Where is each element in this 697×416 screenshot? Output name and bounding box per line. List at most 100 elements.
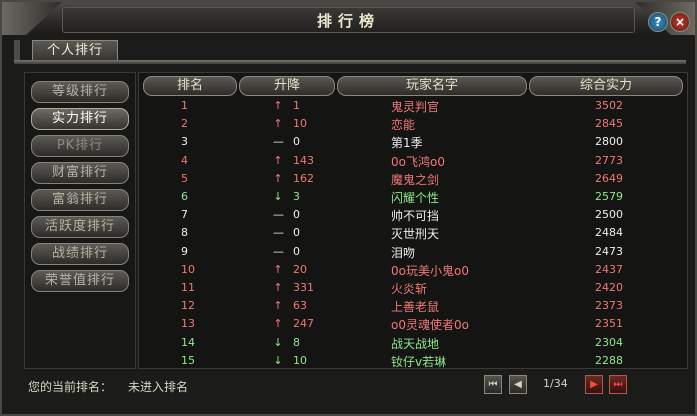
current-rank-label: 您的当前排名：: [28, 380, 113, 394]
table-row[interactable]: 4 ↑ 143 0o飞鸿o0 2773: [139, 152, 687, 170]
power-cell: 2649: [595, 171, 623, 185]
page-indicator: 1/34: [543, 377, 568, 390]
current-rank-value: 未进入排名: [128, 380, 189, 394]
rank-cell: 12: [181, 299, 195, 313]
player-name-cell: 火炎斩: [391, 282, 428, 296]
change-cell: 3: [293, 190, 300, 203]
rank-cell: 5: [181, 171, 188, 185]
header-power[interactable]: 综合实力: [529, 76, 683, 96]
power-cell: 2773: [595, 153, 623, 167]
change-arrow-icon: ↑: [273, 317, 283, 331]
player-name-cell: 魔鬼之剑: [391, 172, 440, 187]
change-cell: 0: [293, 244, 300, 258]
change-arrow-icon: —: [273, 226, 284, 240]
prev-page-icon[interactable]: ◀: [509, 375, 527, 394]
player-name-cell: 0o玩美小鬼o0: [391, 263, 469, 278]
change-cell: 1: [293, 99, 300, 112]
table-row[interactable]: 7 — 0 帅不可挡 2500: [139, 206, 687, 224]
nav-activity-ranking[interactable]: 活跃度排行: [31, 216, 129, 238]
nav-level-ranking[interactable]: 等级排行: [31, 81, 129, 103]
change-cell: 143: [293, 153, 314, 167]
rank-cell: 6: [181, 190, 188, 203]
table-row[interactable]: 10 ↑ 20 0o玩美小鬼o0 2437: [139, 261, 687, 279]
power-cell: 2579: [595, 190, 623, 203]
change-arrow-icon: ↑: [273, 153, 283, 167]
rank-cell: 4: [181, 153, 188, 167]
nav-battle-ranking[interactable]: 战绩排行: [31, 243, 129, 265]
change-arrow-icon: ↑: [273, 262, 283, 276]
nav-pk-ranking[interactable]: PK排行: [31, 135, 129, 157]
first-page-icon[interactable]: ⏮: [484, 375, 502, 394]
table-row[interactable]: 14 ↓ 8 战天战地 2304: [139, 334, 687, 352]
title-bar[interactable]: 排行榜 ? ×: [2, 2, 695, 35]
tab-divider: [14, 60, 686, 64]
table-row[interactable]: 11 ↑ 331 火炎斩 2420: [139, 279, 687, 297]
power-cell: 2373: [595, 299, 623, 313]
table-row[interactable]: 5 ↑ 162 魔鬼之剑 2649: [139, 170, 687, 188]
change-arrow-icon: —: [273, 208, 284, 222]
power-cell: 2473: [595, 244, 623, 258]
power-cell: 2351: [595, 317, 623, 331]
player-name-cell: 泪吻: [391, 245, 416, 260]
rank-cell: 7: [181, 208, 188, 222]
table-row[interactable]: 2 ↑ 10 恋能 2845: [139, 115, 687, 133]
power-cell: 2420: [595, 281, 623, 294]
next-page-icon[interactable]: ▶: [585, 375, 603, 394]
player-name-cell: 第1季: [391, 136, 423, 151]
change-cell: 10: [293, 117, 307, 131]
change-cell: 20: [293, 262, 307, 276]
power-cell: 2484: [595, 226, 623, 240]
change-cell: 331: [293, 281, 314, 294]
player-name-cell: 上善老鼠: [391, 300, 440, 315]
rank-cell: 11: [181, 281, 195, 294]
change-arrow-icon: ↑: [273, 171, 283, 185]
table-row[interactable]: 3 — 0 第1季 2800: [139, 133, 687, 151]
help-icon[interactable]: ?: [648, 12, 668, 32]
player-name-cell: 灭世刑天: [391, 227, 440, 242]
nav-power-ranking[interactable]: 实力排行: [31, 108, 129, 130]
change-arrow-icon: ↑: [273, 99, 283, 112]
change-cell: 247: [293, 317, 314, 331]
header-player-name[interactable]: 玩家名字: [337, 76, 527, 96]
ranking-category-panel: 等级排行 实力排行 PK排行 财富排行 富翁排行 活跃度排行 战绩排行 荣誉值排…: [24, 72, 136, 369]
change-arrow-icon: ↑: [273, 281, 283, 294]
rank-cell: 2: [181, 117, 188, 131]
tab-personal-ranking[interactable]: 个人排行: [32, 40, 118, 61]
header-rank[interactable]: 排名: [143, 76, 237, 96]
rank-cell: 10: [181, 262, 195, 276]
rank-cell: 8: [181, 226, 188, 240]
change-arrow-icon: ↑: [273, 117, 283, 131]
window-title: 排行榜: [316, 12, 380, 30]
table-row[interactable]: 13 ↑ 247 o0灵魂使者0o 2351: [139, 315, 687, 333]
change-arrow-icon: ↓: [273, 335, 283, 349]
power-cell: 2845: [595, 117, 623, 131]
table-row[interactable]: 6 ↓ 3 闪耀个性 2579: [139, 188, 687, 206]
nav-honor-ranking[interactable]: 荣誉值排行: [31, 270, 129, 292]
table-row[interactable]: 9 — 0 泪吻 2473: [139, 243, 687, 261]
player-name-cell: o0灵魂使者0o: [391, 318, 469, 333]
change-arrow-icon: —: [273, 135, 284, 149]
table-row[interactable]: 12 ↑ 63 上善老鼠 2373: [139, 297, 687, 315]
change-cell: 0: [293, 135, 300, 149]
power-cell: 2288: [595, 353, 623, 367]
ranking-table: 排名 升降 玩家名字 综合实力 1 ↑ 1 鬼灵判官 3502 2 ↑ 10 恋能 2845 3 — 0…: [138, 72, 688, 369]
player-name-cell: 恋能: [391, 118, 416, 133]
player-name-cell: 闪耀个性: [391, 191, 440, 205]
nav-tycoon-ranking[interactable]: 富翁排行: [31, 189, 129, 211]
player-name-cell: 鬼灵判官: [391, 100, 440, 114]
table-row[interactable]: 8 — 0 灭世刑天 2484: [139, 224, 687, 242]
header-change[interactable]: 升降: [239, 76, 335, 96]
close-icon[interactable]: ×: [670, 12, 690, 32]
nav-wealth-ranking[interactable]: 财富排行: [31, 162, 129, 184]
change-arrow-icon: ↑: [273, 299, 283, 313]
table-row[interactable]: 15 ↓ 10 钕仔v若琳 2288: [139, 352, 687, 370]
change-cell: 8: [293, 335, 300, 349]
player-name-cell: 帅不可挡: [391, 209, 440, 224]
table-row[interactable]: 1 ↑ 1 鬼灵判官 3502: [139, 97, 687, 115]
rank-cell: 15: [181, 353, 195, 367]
change-arrow-icon: —: [273, 244, 284, 258]
leaderboard-window: 排行榜 ? × 个人排行 等级排行 实力排行 PK排行 财富排行 富翁排行 活跃…: [0, 0, 697, 416]
change-cell: 63: [293, 299, 307, 313]
rank-cell: 13: [181, 317, 195, 331]
last-page-icon[interactable]: ⏭: [609, 375, 627, 394]
